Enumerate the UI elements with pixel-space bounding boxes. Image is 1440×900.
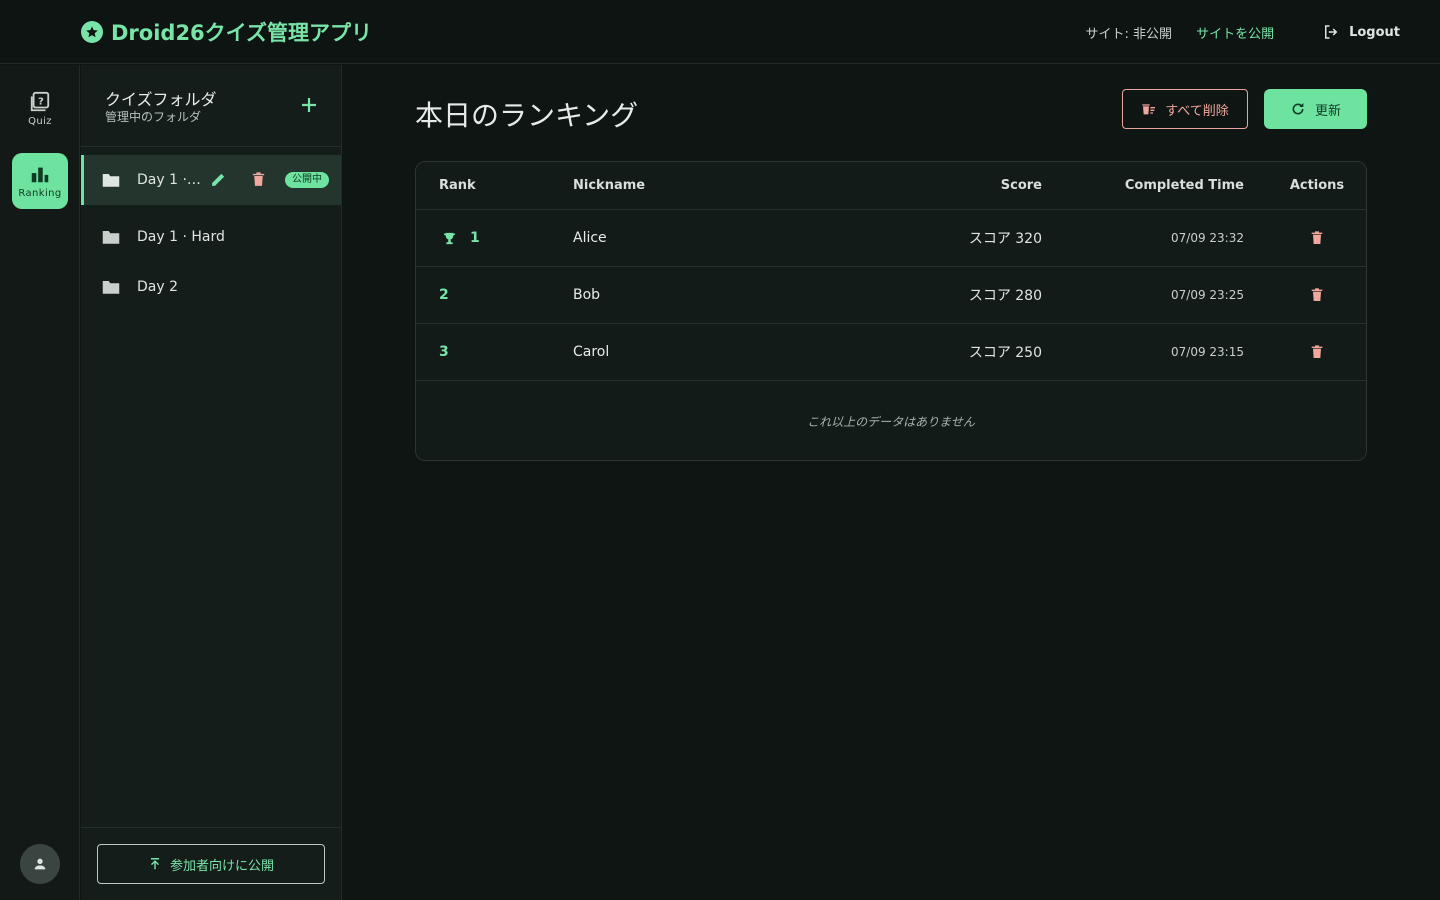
rail-item-label: Ranking	[18, 188, 62, 199]
svg-text:?: ?	[38, 96, 44, 107]
star-badge-icon	[81, 21, 103, 43]
folder-item-day2[interactable]: Day 2	[81, 262, 341, 312]
refresh-label: 更新	[1314, 102, 1341, 118]
folder-icon	[102, 231, 120, 244]
nickname-cell: Bob	[573, 287, 601, 303]
rank-value: 3	[439, 344, 449, 360]
delete-folder-icon[interactable]	[250, 171, 267, 188]
publish-button-label: 参加者向けに公開	[169, 857, 274, 873]
delete-row-icon[interactable]	[1309, 230, 1325, 246]
trophy-icon	[443, 232, 456, 244]
app-brand: Droid26クイズ管理アプリ	[81, 18, 372, 46]
score-cell: スコア 250	[968, 345, 1042, 361]
bar-chart-icon	[31, 167, 49, 183]
nickname-cell: Alice	[573, 230, 607, 246]
page-title: 本日のランキング	[415, 99, 639, 132]
publish-site-link[interactable]: サイトを公開	[1196, 23, 1274, 42]
logout-button[interactable]: Logout	[1322, 23, 1400, 41]
folder-panel-title: クイズフォルダ	[105, 90, 217, 109]
ranking-table: Rank Nickname Score Completed Time Actio…	[415, 161, 1367, 461]
rank-value: 2	[439, 287, 449, 303]
publish-to-participants-button[interactable]: 参加者向けに公開	[97, 844, 325, 884]
folder-item-day1-normal[interactable]: Day 1 · Normal 公開中	[81, 155, 341, 205]
completed-time-cell: 07/09 23:15	[1171, 345, 1244, 359]
delete-row-icon[interactable]	[1309, 344, 1325, 360]
published-badge: 公開中	[285, 172, 329, 188]
upload-icon	[150, 858, 160, 870]
refresh-icon	[1292, 103, 1304, 115]
column-header-rank: Rank	[439, 178, 476, 193]
nickname-cell: Carol	[573, 344, 610, 360]
rail-item-ranking[interactable]: Ranking	[12, 153, 68, 209]
column-header-score: Score	[1000, 178, 1042, 193]
completed-time-cell: 07/09 23:32	[1171, 231, 1244, 245]
logout-icon	[1325, 25, 1338, 39]
rail-item-quiz[interactable]: ? Quiz	[12, 81, 68, 137]
navigation-rail: ? Quiz Ranking	[0, 65, 80, 900]
completed-time-cell: 07/09 23:25	[1171, 288, 1244, 302]
folder-panel-header: クイズフォルダ 管理中のフォルダ	[81, 65, 341, 147]
score-cell: スコア 320	[968, 231, 1042, 247]
logout-label: Logout	[1349, 24, 1400, 40]
quiz-icon: ?	[30, 91, 50, 112]
folder-item-day1-hard[interactable]: Day 1 · Hard	[81, 212, 341, 262]
folder-icon	[102, 174, 120, 187]
rank-value: 1	[470, 230, 480, 246]
top-app-bar: Droid26クイズ管理アプリ サイト: 非公開 サイトを公開 Logout	[0, 0, 1440, 64]
folder-name: Day 1 · Hard	[137, 229, 225, 245]
site-status-text: サイト: 非公開	[1085, 26, 1173, 42]
delete-sweep-icon	[1142, 104, 1156, 115]
person-icon	[34, 858, 46, 870]
column-header-actions: Actions	[1289, 178, 1345, 193]
user-avatar[interactable]	[20, 844, 60, 884]
folder-panel-footer: 参加者向けに公開	[81, 827, 341, 900]
column-header-completed-time: Completed Time	[1124, 178, 1244, 193]
rail-item-label: Quiz	[28, 116, 52, 127]
edit-folder-icon[interactable]	[210, 171, 227, 188]
folder-name: Day 2	[137, 279, 179, 295]
table-row: 3 Carol スコア 250 07/09 23:15	[416, 324, 1366, 381]
no-more-data-message: これ以上のデータはありません	[807, 414, 975, 429]
folder-panel-subtitle: 管理中のフォルダ	[105, 110, 202, 124]
column-header-nickname: Nickname	[573, 178, 646, 193]
folder-icon	[102, 281, 120, 294]
table-row: 1 Alice スコア 320 07/09 23:32	[416, 210, 1366, 267]
app-title: Droid26クイズ管理アプリ	[111, 21, 373, 45]
folder-panel: クイズフォルダ 管理中のフォルダ Day 1 · Normal 公開中 Day …	[81, 65, 342, 900]
refresh-button[interactable]: 更新	[1264, 89, 1367, 129]
delete-row-icon[interactable]	[1309, 287, 1325, 303]
add-folder-button[interactable]	[297, 93, 321, 117]
folder-name: Day 1 · Normal	[137, 172, 201, 188]
clear-all-button[interactable]: すべて削除	[1122, 89, 1248, 129]
table-row: 2 Bob スコア 280 07/09 23:25	[416, 267, 1366, 324]
clear-all-label: すべて削除	[1165, 102, 1229, 118]
table-header-row: Rank Nickname Score Completed Time Actio…	[416, 162, 1366, 210]
score-cell: スコア 280	[968, 288, 1042, 304]
